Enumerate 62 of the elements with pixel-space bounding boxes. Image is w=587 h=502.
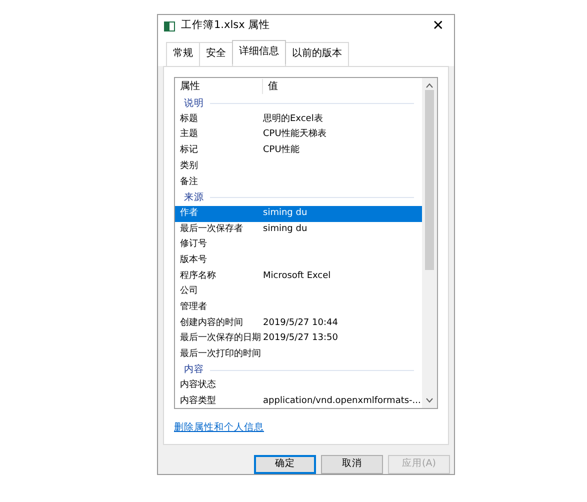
tab[interactable]: 常规 bbox=[166, 42, 200, 66]
property-name: 最后一次保存的日期 bbox=[179, 332, 262, 346]
property-row[interactable]: 标题 思明的Excel表 bbox=[175, 112, 422, 128]
close-button[interactable]: ✕ bbox=[428, 19, 448, 33]
property-row[interactable]: 管理者 bbox=[175, 300, 422, 316]
column-header[interactable]: 值 bbox=[263, 79, 278, 94]
property-value: CPU性能 bbox=[263, 144, 300, 158]
dialog-button[interactable]: 确定 bbox=[254, 455, 316, 474]
property-row[interactable]: 类别 bbox=[175, 158, 422, 174]
property-row[interactable]: 标记 CPU性能 bbox=[175, 143, 422, 159]
property-value: siming du bbox=[263, 222, 308, 236]
scrollbar[interactable] bbox=[422, 78, 437, 408]
property-value: siming du bbox=[263, 206, 308, 220]
property-value: Microsoft Excel bbox=[263, 270, 331, 283]
property-name: 主题 bbox=[179, 128, 199, 142]
group-header: 来源 bbox=[184, 190, 204, 205]
tab[interactable]: 以前的版本 bbox=[285, 42, 349, 66]
property-row[interactable]: 创建内容的时间 2019/5/27 10:44 bbox=[175, 316, 422, 332]
property-name: 创建内容的时间 bbox=[179, 316, 244, 330]
property-row[interactable]: 修订号 bbox=[175, 237, 422, 253]
property-name: 作者 bbox=[179, 206, 199, 220]
property-name: 版本号 bbox=[179, 254, 208, 267]
window-title: 工作簿1.xlsx 属性 bbox=[181, 18, 270, 34]
property-value: 2019/5/27 10:44 bbox=[263, 316, 338, 330]
scroll-up-icon[interactable] bbox=[426, 83, 433, 88]
dialog-button[interactable]: 取消 bbox=[321, 455, 383, 474]
property-name: 管理者 bbox=[179, 301, 208, 314]
property-name: 内容状态 bbox=[179, 379, 217, 392]
property-name: 最后一次保存者 bbox=[179, 222, 244, 236]
property-value: application/vnd.openxmlformats-... bbox=[263, 395, 421, 408]
property-name: 标记 bbox=[179, 144, 199, 158]
property-row[interactable]: 公司 bbox=[175, 284, 422, 300]
property-name: 标题 bbox=[179, 112, 199, 126]
property-row[interactable]: 主题 CPU性能天梯表 bbox=[175, 127, 422, 144]
scroll-thumb[interactable] bbox=[425, 90, 434, 270]
property-row[interactable]: 内容状态 bbox=[175, 378, 422, 394]
property-row[interactable]: 内容类型 application/vnd.openxmlformats-... bbox=[175, 394, 422, 408]
property-row[interactable]: 最后一次保存的日期 2019/5/27 13:50 bbox=[175, 331, 422, 347]
property-row[interactable]: 程序名称 Microsoft Excel bbox=[175, 268, 422, 284]
scroll-down-icon[interactable] bbox=[426, 398, 433, 403]
group-header: 说明 bbox=[184, 96, 204, 111]
property-name: 最后一次打印的时间 bbox=[179, 348, 262, 362]
property-row[interactable]: 最后一次打印的时间 bbox=[175, 347, 422, 363]
property-value: 2019/5/27 13:50 bbox=[263, 332, 338, 346]
property-name: 备注 bbox=[179, 176, 199, 189]
property-name: 内容类型 bbox=[179, 395, 217, 408]
property-name: 类别 bbox=[179, 160, 199, 173]
property-row[interactable]: 版本号 bbox=[175, 252, 422, 269]
property-name: 公司 bbox=[179, 285, 199, 298]
remove-properties-link[interactable]: 删除属性和个人信息 bbox=[174, 421, 264, 436]
property-value: 思明的Excel表 bbox=[263, 112, 323, 126]
tab[interactable]: 安全 bbox=[199, 42, 233, 66]
tab[interactable]: 详细信息 bbox=[232, 40, 286, 64]
property-row[interactable]: 备注 bbox=[175, 174, 422, 190]
column-header[interactable]: 属性 bbox=[175, 79, 263, 94]
group-header: 内容 bbox=[184, 363, 204, 378]
property-name: 修订号 bbox=[179, 238, 208, 252]
property-row[interactable]: 作者 siming du bbox=[175, 206, 422, 222]
property-value: CPU性能天梯表 bbox=[263, 128, 326, 142]
spreadsheet-icon bbox=[164, 20, 175, 32]
property-row[interactable]: 最后一次保存者 siming du bbox=[175, 222, 422, 238]
property-name: 程序名称 bbox=[179, 270, 217, 283]
